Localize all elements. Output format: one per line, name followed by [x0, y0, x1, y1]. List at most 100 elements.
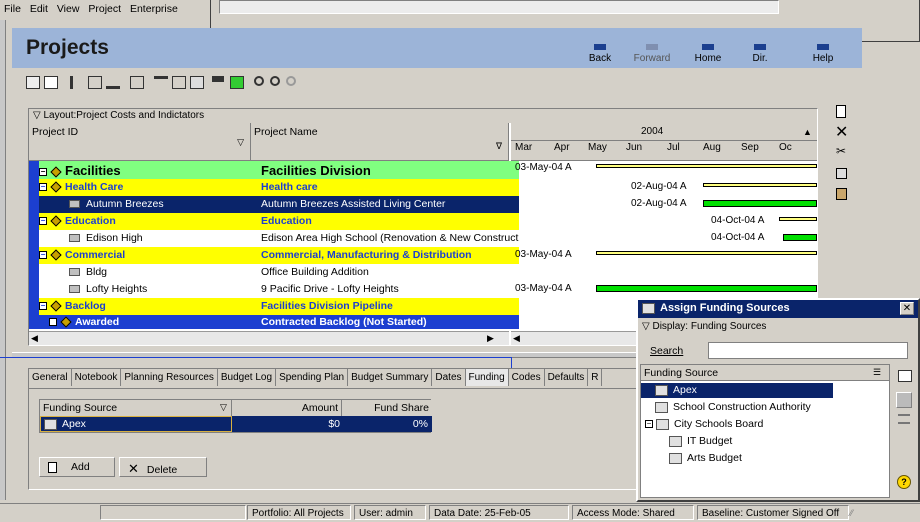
- delete-button[interactable]: ✕ Delete: [119, 457, 207, 477]
- table-row[interactable]: − Commercial Commercial, Manufacturing & …: [39, 247, 519, 264]
- filter-icon[interactable]: [212, 76, 224, 89]
- gantt-summary-bar[interactable]: [779, 217, 817, 221]
- tab-spending-plan[interactable]: Spending Plan: [276, 369, 349, 386]
- add-button[interactable]: Add: [39, 457, 115, 477]
- grid-icon[interactable]: [88, 76, 102, 89]
- copy-icon[interactable]: [836, 168, 847, 179]
- zoom-out-icon[interactable]: [270, 76, 280, 86]
- forward-button[interactable]: Forward: [627, 44, 677, 64]
- columns-icon[interactable]: [154, 76, 168, 89]
- table-row[interactable]: − Health Care Health care: [39, 179, 519, 196]
- gantt-activity-bar[interactable]: [783, 234, 817, 241]
- resize-grip-icon[interactable]: ⁄⁄: [850, 508, 853, 518]
- table-row[interactable]: Lofty Heights 9 Pacific Drive - Lofty He…: [39, 281, 519, 298]
- gantt-summary-bar[interactable]: [703, 183, 817, 187]
- layout-bar[interactable]: ▽ Layout:Project Costs and Indictators: [29, 109, 817, 123]
- indent-icon[interactable]: [70, 76, 84, 89]
- collapse-icon[interactable]: −: [39, 167, 47, 176]
- help-icon[interactable]: ?: [897, 475, 911, 489]
- list-item[interactable]: Arts Budget: [669, 452, 742, 464]
- home-button[interactable]: Home: [683, 44, 733, 64]
- print-icon[interactable]: [26, 76, 40, 89]
- collapse-icon[interactable]: −: [49, 318, 57, 327]
- cut-icon[interactable]: ✂: [836, 144, 846, 158]
- select-icon[interactable]: [896, 392, 912, 408]
- tab-planning-resources[interactable]: Planning Resources: [121, 369, 218, 386]
- column-header-project-id[interactable]: Project ID ▽: [29, 123, 251, 161]
- collapse-icon[interactable]: −: [39, 251, 47, 260]
- menu-file[interactable]: File: [4, 3, 21, 15]
- collapse-all-icon[interactable]: [898, 414, 910, 424]
- dialog-title-bar[interactable]: Assign Funding Sources: [638, 300, 918, 318]
- dialog-display-bar[interactable]: ▽ Display: Funding Sources: [642, 321, 914, 335]
- zoom-in-icon[interactable]: [254, 76, 264, 86]
- zoom-fit-icon[interactable]: [286, 76, 296, 86]
- grid-horizontal-scrollbar[interactable]: ◀ ▶: [29, 331, 509, 345]
- paste-icon[interactable]: [836, 188, 847, 200]
- collapse-icon[interactable]: −: [39, 217, 47, 226]
- tab-defaults[interactable]: Defaults: [545, 369, 589, 386]
- eps-icon: [50, 165, 62, 178]
- month-mar: Mar: [515, 142, 533, 153]
- gantt-label: 04-Oct-04 A: [711, 232, 765, 243]
- row-name: Contracted Backlog (Not Started): [261, 316, 427, 328]
- tab-general[interactable]: General: [29, 369, 72, 386]
- group-sort-icon[interactable]: [130, 76, 144, 89]
- funding-col-share[interactable]: Fund Share: [342, 400, 432, 416]
- menu-view[interactable]: View: [57, 3, 80, 15]
- gantt-activity-bar[interactable]: [703, 200, 817, 207]
- delete-icon[interactable]: ✕: [835, 122, 848, 142]
- tab-dates[interactable]: Dates: [432, 369, 466, 386]
- tab-budget-summary[interactable]: Budget Summary: [348, 369, 433, 386]
- scroll-left-icon[interactable]: ◀: [31, 333, 38, 344]
- menu-enterprise[interactable]: Enterprise: [130, 3, 178, 15]
- list-item[interactable]: IT Budget: [669, 435, 732, 447]
- hierarchy-icon[interactable]: [106, 76, 120, 89]
- table-row[interactable]: − Education Education: [39, 213, 519, 230]
- back-button[interactable]: Back: [575, 44, 625, 64]
- scroll-left-icon[interactable]: ◀: [513, 333, 520, 344]
- menu-project[interactable]: Project: [88, 3, 121, 15]
- table-row[interactable]: Bldg Office Building Addition: [39, 264, 519, 281]
- gantt-activity-bar[interactable]: [596, 285, 817, 292]
- gantt-summary-bar[interactable]: [596, 164, 817, 168]
- eps-icon: [50, 300, 62, 312]
- tab-more[interactable]: R: [588, 369, 603, 386]
- table-row[interactable]: − Awarded Contracted Backlog (Not Started…: [39, 315, 519, 329]
- scroll-right-icon[interactable]: ▶: [487, 333, 494, 344]
- print-preview-icon[interactable]: [44, 76, 58, 89]
- funding-col-source[interactable]: Funding Source: [40, 400, 232, 416]
- dialog-close-button[interactable]: ✕: [900, 302, 914, 315]
- table-row[interactable]: − Backlog Facilities Division Pipeline: [39, 298, 519, 315]
- background-window-panel: [219, 0, 779, 14]
- funding-col-amount[interactable]: Amount: [232, 400, 342, 416]
- collapse-icon[interactable]: −: [39, 302, 47, 311]
- tab-funding[interactable]: Funding: [465, 369, 509, 386]
- collapse-icon[interactable]: −: [645, 420, 653, 429]
- column-header-project-name[interactable]: Project Name ∇: [251, 123, 509, 161]
- gantt-summary-bar[interactable]: [596, 251, 817, 255]
- table-row[interactable]: − Facilities Facilities Division: [39, 161, 519, 179]
- bars-icon[interactable]: [172, 76, 186, 89]
- layout-icon[interactable]: [230, 76, 244, 89]
- tab-codes[interactable]: Codes: [509, 369, 545, 386]
- list-item[interactable]: − City Schools Board: [645, 418, 763, 430]
- gantt-scroll-up[interactable]: ▲: [803, 127, 812, 137]
- tab-notebook[interactable]: Notebook: [72, 369, 122, 386]
- table-icon[interactable]: [190, 76, 204, 89]
- funding-row[interactable]: Apex $0 0%: [40, 416, 432, 432]
- help-button[interactable]: Help: [798, 44, 848, 64]
- table-row[interactable]: Autumn Breezes Autumn Breezes Assisted L…: [39, 196, 519, 213]
- list-item[interactable]: Apex: [641, 383, 833, 398]
- row-id: Backlog: [65, 300, 106, 312]
- list-header[interactable]: Funding Source: [641, 365, 889, 381]
- list-item[interactable]: School Construction Authority: [655, 401, 811, 413]
- tab-budget-log[interactable]: Budget Log: [218, 369, 277, 386]
- assign-icon[interactable]: [898, 370, 912, 382]
- search-input[interactable]: [708, 342, 908, 359]
- collapse-icon[interactable]: −: [39, 183, 47, 192]
- new-icon[interactable]: [836, 105, 846, 118]
- dir-button[interactable]: Dir.: [735, 44, 785, 64]
- table-row[interactable]: Edison High Edison Area High School (Ren…: [39, 230, 519, 247]
- menu-edit[interactable]: Edit: [30, 3, 48, 15]
